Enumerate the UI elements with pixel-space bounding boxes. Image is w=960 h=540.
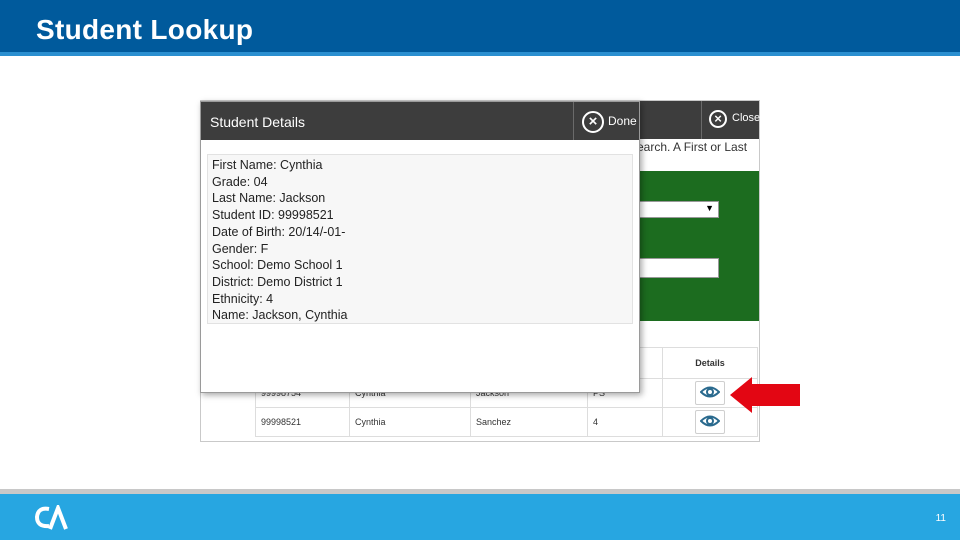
red-arrow-icon <box>730 377 800 413</box>
close-label: Close <box>732 112 761 124</box>
done-button[interactable]: × Done <box>573 102 639 140</box>
instruction-text: search. A First or Last <box>631 140 748 154</box>
detail-date-of-birth: Date of Birth: 20/14/-01- <box>212 224 346 239</box>
detail-district: District: Demo District 1 <box>212 274 343 289</box>
title-rule <box>0 52 960 56</box>
student-id-cell: 99998521 <box>255 407 350 437</box>
last-name-cell: Sanchez <box>470 407 588 437</box>
detail-grade: Grade: 04 <box>212 174 268 189</box>
column-header-details: Details <box>662 347 758 379</box>
ca-logo-icon <box>34 505 68 530</box>
search-input[interactable] <box>635 258 719 278</box>
title-bar: Student Lookup <box>0 0 960 52</box>
detail-school: School: Demo School 1 <box>212 258 343 273</box>
dropdown-arrow-icon: ▼ <box>705 203 714 213</box>
detail-student-id: Student ID: 99998521 <box>212 208 334 223</box>
first-name-cell: Cynthia <box>349 407 471 437</box>
view-details-button[interactable] <box>695 381 725 405</box>
table-row: 99998521 Cynthia Sanchez 4 <box>255 407 758 437</box>
eye-icon <box>700 415 720 427</box>
done-label: Done <box>608 114 637 128</box>
modal-header: Student Details × Done <box>201 102 639 140</box>
search-select[interactable]: ▼ <box>635 201 719 218</box>
close-circle-icon: × <box>709 110 727 128</box>
detail-first-name: First Name: Cynthia <box>212 158 323 172</box>
student-details-list: First Name: Cynthia Grade: 04 Last Name:… <box>207 154 633 324</box>
footer-bar <box>0 494 960 540</box>
close-button[interactable]: × Close <box>701 101 761 139</box>
search-panel <box>635 171 759 321</box>
view-details-button[interactable] <box>695 410 725 434</box>
page-number: 11 <box>935 513 946 524</box>
detail-last-name: Last Name: Jackson <box>212 191 326 206</box>
student-details-modal: Student Details × Done First Name: Cynth… <box>200 101 640 393</box>
eye-icon <box>700 386 720 398</box>
grade-cell: 4 <box>587 407 663 437</box>
close-circle-icon: × <box>582 111 604 133</box>
detail-ethnicity: Ethnicity: 4 <box>212 291 274 306</box>
detail-gender: Gender: F <box>212 241 269 256</box>
modal-title: Student Details <box>210 114 305 130</box>
slide-title: Student Lookup <box>36 14 254 45</box>
detail-name: Name: Jackson, Cynthia <box>212 308 348 323</box>
